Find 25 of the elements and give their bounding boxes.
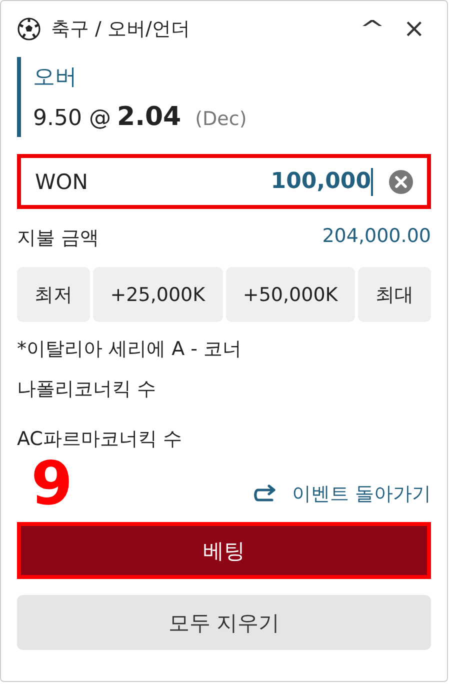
currency-label: WON	[35, 170, 88, 194]
odds-value: 2.04	[116, 102, 182, 132]
selection-name: 오버	[33, 64, 78, 92]
quick-stake-button[interactable]: 최대	[358, 267, 431, 322]
quick-stake-button[interactable]: 최저	[17, 267, 90, 322]
soccer-ball-icon	[17, 17, 41, 41]
quick-stake-button[interactable]: +25,000K	[92, 267, 222, 322]
back-to-event-link[interactable]: 이벤트 돌아가기	[252, 481, 431, 507]
stake-input-field[interactable]: WON 100,000	[17, 154, 431, 209]
market-text: AC파르마코너킥 수	[17, 427, 183, 452]
collapse-button[interactable]: ^	[350, 16, 394, 42]
clear-all-button[interactable]: 모두 지우기	[17, 595, 431, 650]
market-text: *이탈리아 세리에 A - 코너	[17, 337, 243, 362]
step-number: 9	[30, 454, 73, 514]
market-text: 나폴리코너킥 수	[17, 377, 158, 402]
curved-arrow-icon	[252, 484, 278, 504]
panel-title: 축구 / 오버/언더	[51, 17, 190, 42]
odds-format: (Dec)	[195, 108, 247, 130]
line-value: 9.50 @	[33, 106, 111, 131]
quick-stake-button[interactable]: +50,000K	[226, 267, 356, 322]
clear-input-icon[interactable]	[389, 170, 413, 194]
payout-amount: 204,000.00	[322, 225, 431, 249]
close-button[interactable]: ×	[397, 14, 431, 44]
bet-button[interactable]: 베팅	[17, 522, 431, 579]
payout-label: 지불 금액	[17, 226, 100, 251]
